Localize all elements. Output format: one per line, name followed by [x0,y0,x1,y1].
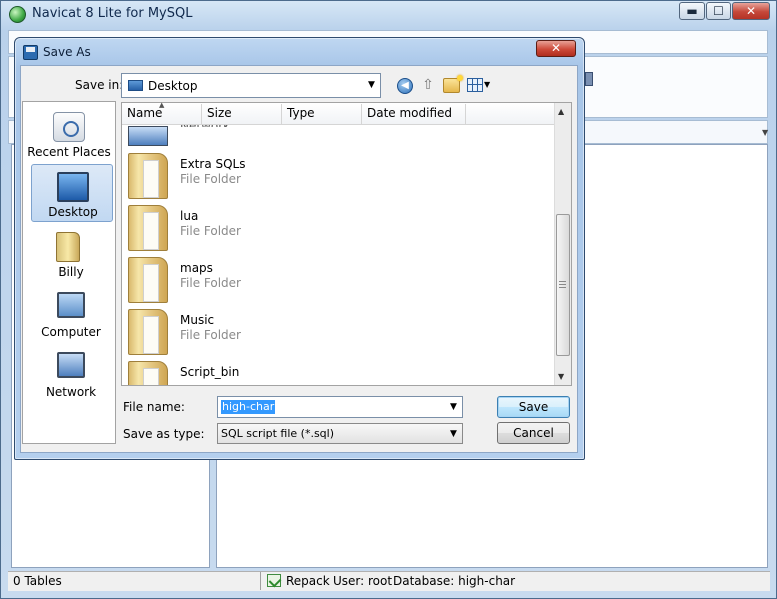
file-name-value[interactable]: high-char [221,400,276,414]
column-header-bar [122,103,554,125]
column-date-modified[interactable]: Date modified [367,106,452,120]
file-name: Music [180,313,215,327]
list-item[interactable]: lua File Folder [128,205,328,255]
folder-icon [128,361,168,385]
save-dialog-icon [23,45,38,60]
file-type: File Folder [180,276,241,290]
folder-icon [128,257,168,303]
place-recent-places[interactable]: Recent Places [22,112,116,160]
folder-icon [128,205,168,251]
save-as-type-label: Save as type: [123,427,205,441]
folder-icon [128,309,168,355]
file-name: lua [180,209,199,223]
column-type[interactable]: Type [287,106,315,120]
column-name[interactable]: Name [127,106,162,120]
file-type: File Folder [180,328,241,342]
save-in-label: Save in: [75,78,124,92]
place-label: Recent Places [27,145,111,159]
status-user: User: root [333,574,393,588]
place-desktop[interactable]: Desktop [26,172,120,220]
desktop-small-icon [128,80,143,91]
navicat-app-icon [9,6,26,23]
column-divider[interactable] [281,104,282,124]
chevron-down-icon[interactable]: ▼ [368,80,375,90]
column-divider[interactable] [361,104,362,124]
minimize-button[interactable]: ▬ [679,2,705,20]
file-type: File Folder [180,172,241,186]
save-button[interactable]: Save [497,396,570,418]
file-name: Script_bin [180,365,240,379]
maximize-button[interactable]: ☐ [706,2,731,20]
chevron-down-icon[interactable]: ▼ [450,429,457,439]
column-divider[interactable] [201,104,202,124]
status-divider [260,572,261,590]
file-name: maps [180,261,213,275]
place-label: Network [45,385,97,399]
column-divider[interactable] [465,104,466,124]
scrollbar-grip-icon [559,281,566,288]
back-arrow-icon[interactable]: ◀ [397,78,413,94]
toolbar-icon[interactable] [585,72,593,86]
status-database: Database: high-char [393,574,516,588]
up-folder-icon[interactable]: ⇧ [420,77,436,94]
place-network[interactable]: Network [24,352,118,400]
place-billy[interactable]: Billy [24,232,118,280]
place-label: Computer [41,325,101,339]
place-label: Billy [58,265,84,279]
save-in-value: Desktop [148,79,198,93]
file-type: File Folder [180,224,241,238]
chevron-down-icon[interactable]: ▼ [450,402,457,412]
dialog-close-button[interactable]: ✕ [536,40,576,57]
dialog-title: Save As [43,45,91,59]
scroll-up-icon[interactable]: ▲ [558,107,564,116]
file-name: Extra SQLs [180,157,246,171]
place-computer[interactable]: Computer [24,292,118,340]
repack-icon [267,574,281,587]
sort-ascending-icon: ▲ [159,101,165,109]
user-folder-icon [56,232,80,262]
save-as-type-value: SQL script file (*.sql) [221,427,335,440]
chevron-down-icon[interactable]: ▼ [484,80,490,89]
list-item[interactable]: maps File Folder [128,257,328,307]
scroll-down-icon[interactable]: ▼ [558,372,564,381]
list-item[interactable]: Script_bin [128,361,328,385]
folder-icon [128,153,168,199]
main-window-title: Navicat 8 Lite for MySQL [32,6,193,21]
network-icon [128,126,168,146]
computer-icon [57,292,85,318]
cancel-button[interactable]: Cancel [497,422,570,444]
recent-places-icon [53,112,85,142]
desktop-icon [57,172,89,202]
list-item[interactable]: Extra SQLs File Folder [128,153,328,203]
status-table-count: 0 Tables [13,574,62,588]
file-name-label: File name: [123,400,185,414]
list-item[interactable]: Music File Folder [128,309,328,359]
place-label: Desktop [48,205,98,219]
column-size[interactable]: Size [207,106,232,120]
network-icon [57,352,85,378]
status-action: Repack [286,574,330,588]
new-folder-icon[interactable] [443,75,463,93]
close-button[interactable]: ✕ [732,2,770,20]
views-menu-icon[interactable] [467,78,483,92]
chevron-down-icon[interactable]: ▼ [762,128,768,137]
